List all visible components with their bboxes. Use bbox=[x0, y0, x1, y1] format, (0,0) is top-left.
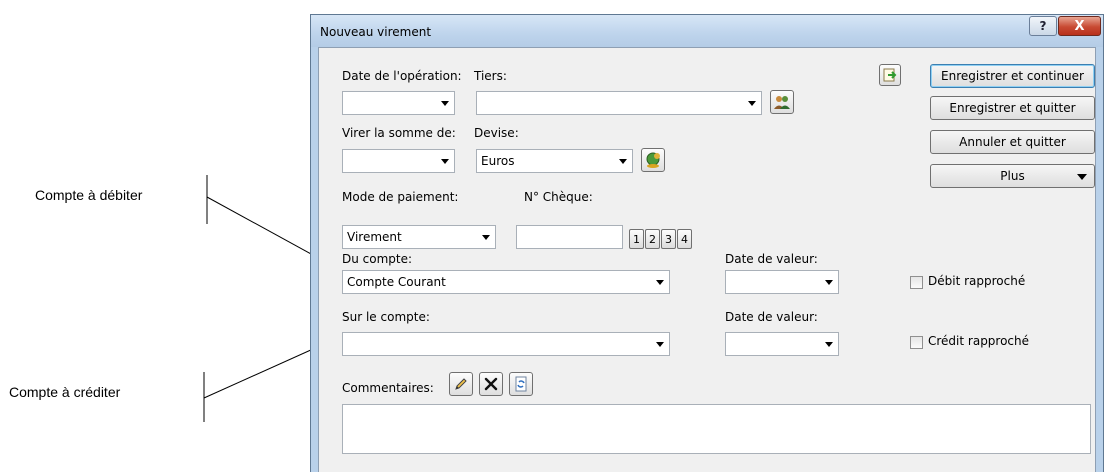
chevron-down-icon bbox=[825, 280, 833, 285]
export-button[interactable] bbox=[879, 64, 901, 86]
cheque-button-1[interactable]: 1 bbox=[629, 229, 644, 249]
chevron-down-icon bbox=[825, 342, 833, 347]
delete-comment-button[interactable] bbox=[479, 372, 503, 396]
comments-label: Commentaires: bbox=[342, 381, 434, 395]
date-label: Date de l'opération: bbox=[342, 69, 462, 83]
chevron-down-icon bbox=[656, 342, 664, 347]
from-account-dropdown[interactable]: Compte Courant bbox=[342, 270, 670, 294]
comments-textarea[interactable] bbox=[342, 404, 1091, 454]
chevron-down-icon bbox=[748, 101, 756, 106]
tiers-label: Tiers: bbox=[474, 69, 507, 83]
cheque-button-4[interactable]: 4 bbox=[677, 229, 692, 249]
from-account-label: Du compte: bbox=[342, 252, 413, 266]
chevron-down-icon bbox=[619, 159, 627, 164]
people-icon bbox=[774, 96, 790, 109]
cheque-button-2[interactable]: 2 bbox=[645, 229, 660, 249]
save-continue-button[interactable]: Enregistrer et continuer bbox=[930, 64, 1095, 88]
refresh-comment-button[interactable] bbox=[509, 372, 533, 396]
amount-dropdown[interactable] bbox=[342, 149, 455, 173]
value-date-label-credit: Date de valeur: bbox=[725, 310, 818, 324]
close-icon: X bbox=[1074, 18, 1085, 34]
callout-credit-account: Compte à créditer bbox=[9, 384, 121, 400]
value-date-label-debit: Date de valeur: bbox=[725, 252, 818, 266]
save-quit-button[interactable]: Enregistrer et quitter bbox=[930, 96, 1095, 120]
currency-dropdown[interactable]: Euros bbox=[476, 149, 633, 173]
cheque-button-3[interactable]: 3 bbox=[661, 229, 676, 249]
chevron-down-icon bbox=[441, 101, 449, 106]
dialog-body: Date de l'opération: Tiers: Virer la som… bbox=[318, 47, 1096, 472]
debit-reconciled-checkbox[interactable] bbox=[910, 276, 923, 289]
chevron-down-icon bbox=[441, 159, 449, 164]
callout-debit-account: Compte à débiter bbox=[35, 187, 143, 203]
date-dropdown[interactable] bbox=[342, 91, 455, 115]
help-button[interactable]: ? bbox=[1029, 16, 1057, 36]
title-bar[interactable]: Nouveau virement ? X bbox=[311, 15, 1103, 47]
debit-reconciled-label: Débit rapproché bbox=[928, 274, 1026, 288]
from-account-value: Compte Courant bbox=[347, 275, 446, 289]
to-account-label: Sur le compte: bbox=[342, 310, 430, 324]
chevron-down-icon bbox=[482, 235, 490, 240]
value-date-dropdown-debit[interactable] bbox=[725, 270, 839, 294]
tiers-button[interactable] bbox=[770, 90, 794, 114]
currency-value: Euros bbox=[481, 154, 515, 168]
amount-label: Virer la somme de: bbox=[342, 126, 456, 140]
cancel-quit-button[interactable]: Annuler et quitter bbox=[930, 130, 1095, 154]
more-button[interactable]: Plus bbox=[930, 164, 1095, 188]
cheque-number-input[interactable] bbox=[516, 225, 623, 249]
currency-coins-icon bbox=[646, 152, 660, 168]
credit-reconciled-label: Crédit rapproché bbox=[928, 334, 1030, 348]
more-button-label: Plus bbox=[1000, 169, 1025, 183]
refresh-document-icon bbox=[515, 376, 527, 392]
chevron-down-icon bbox=[656, 280, 664, 285]
cheque-number-label: N° Chèque: bbox=[524, 190, 593, 204]
close-button[interactable]: X bbox=[1058, 16, 1101, 36]
payment-mode-label: Mode de paiement: bbox=[342, 190, 459, 204]
x-icon bbox=[484, 377, 498, 391]
chevron-down-icon bbox=[1077, 174, 1087, 180]
transfer-dialog: Nouveau virement ? X Date de l'opération… bbox=[310, 14, 1104, 472]
window-title: Nouveau virement bbox=[320, 25, 432, 39]
pencil-icon bbox=[455, 378, 467, 390]
currency-button[interactable] bbox=[641, 148, 665, 172]
credit-reconciled-checkbox[interactable] bbox=[910, 336, 923, 349]
edit-comment-button[interactable] bbox=[449, 372, 473, 396]
currency-label: Devise: bbox=[474, 126, 519, 140]
help-icon: ? bbox=[1039, 19, 1047, 33]
export-document-icon bbox=[883, 68, 897, 82]
to-account-dropdown[interactable] bbox=[342, 332, 670, 356]
tiers-dropdown[interactable] bbox=[476, 91, 762, 115]
payment-mode-dropdown[interactable]: Virement bbox=[342, 225, 496, 249]
value-date-dropdown-credit[interactable] bbox=[725, 332, 839, 356]
payment-mode-value: Virement bbox=[347, 230, 402, 244]
